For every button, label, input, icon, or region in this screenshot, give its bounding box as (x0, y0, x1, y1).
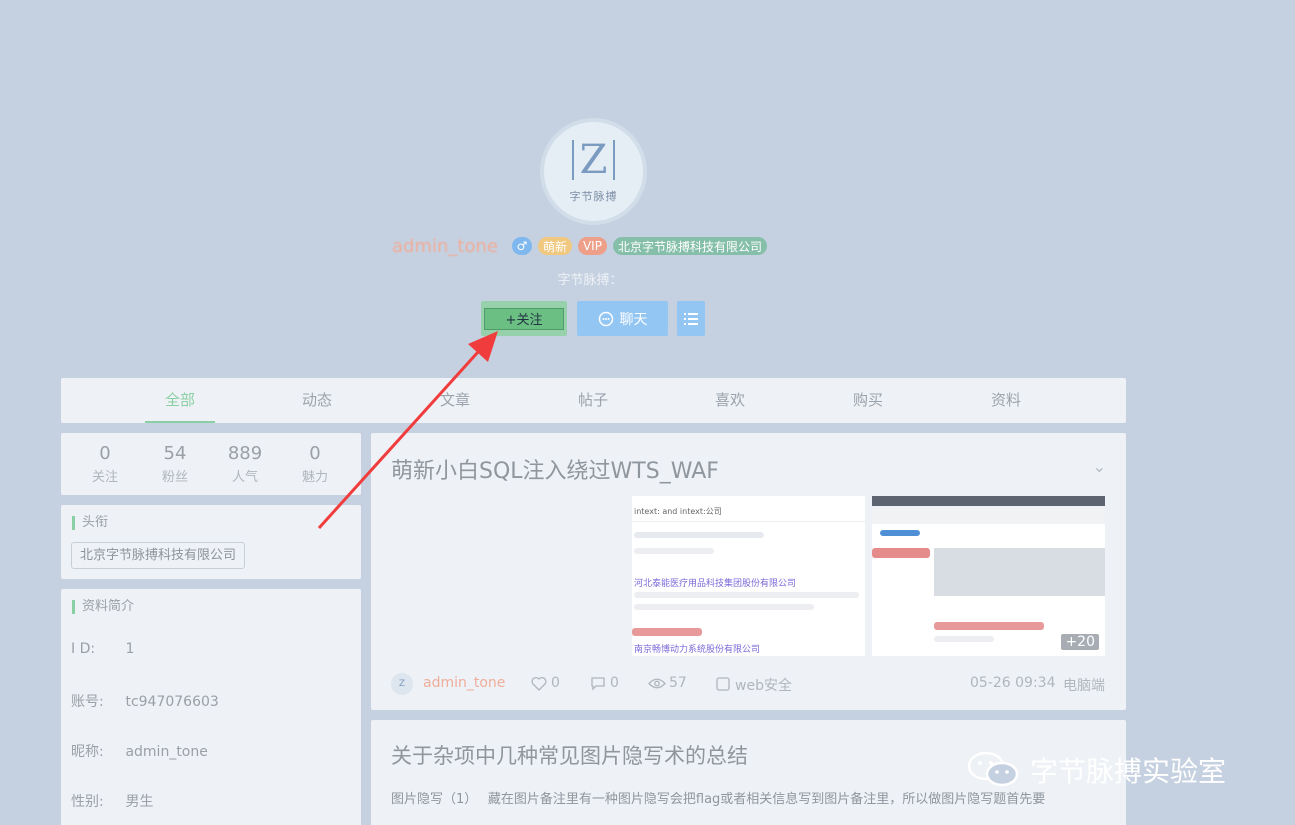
wechat-icon (967, 751, 1019, 787)
annotation-arrow (317, 331, 498, 530)
watermark: 字节脉搏实验室 (966, 750, 1226, 790)
watermark-text: 字节脉搏实验室 (1030, 755, 1227, 788)
